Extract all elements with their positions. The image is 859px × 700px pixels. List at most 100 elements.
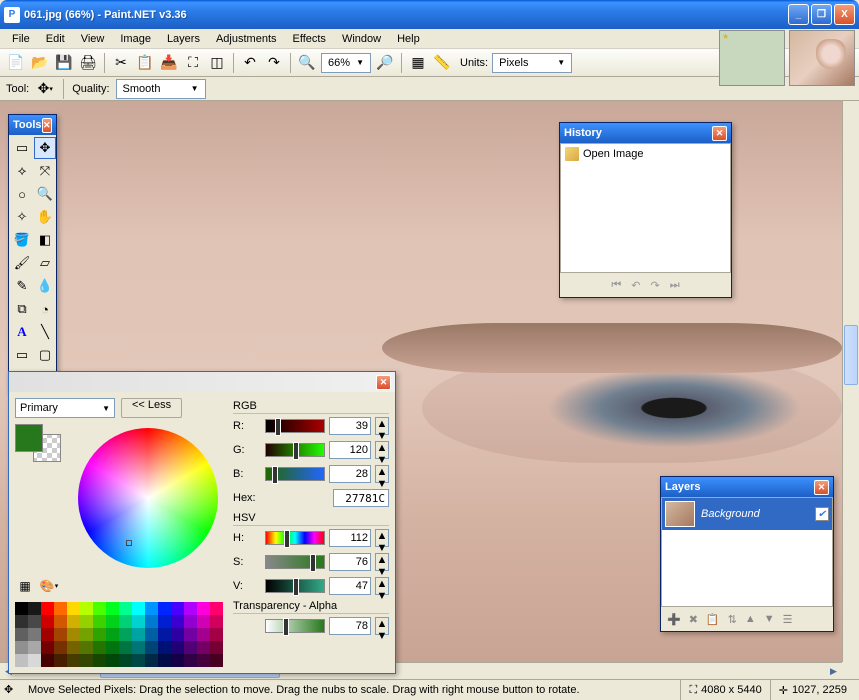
maximize-button[interactable]: ❐	[811, 4, 832, 25]
history-panel-title[interactable]: History ✕	[560, 123, 731, 143]
add-layer-icon[interactable]: ➕	[667, 613, 681, 626]
h-input[interactable]: 112	[329, 529, 371, 547]
redo-icon[interactable]: ↷	[264, 53, 284, 73]
b-spinner[interactable]: ▲▼	[375, 465, 389, 483]
palette-swatch[interactable]	[54, 615, 67, 628]
palette-swatch[interactable]	[67, 628, 80, 641]
add-color-icon[interactable]: ▦	[15, 576, 35, 596]
palette-swatch[interactable]	[106, 615, 119, 628]
palette-swatch[interactable]	[54, 602, 67, 615]
scroll-right-arrow[interactable]: ▶	[825, 663, 842, 679]
palette-swatch[interactable]	[28, 602, 41, 615]
tool-zoom[interactable]: 🔍	[34, 183, 56, 205]
alpha-slider[interactable]	[265, 619, 325, 633]
palette-swatch[interactable]	[41, 602, 54, 615]
palette-swatch[interactable]	[197, 615, 210, 628]
palette-swatch[interactable]	[67, 654, 80, 667]
r-spinner[interactable]: ▲▼	[375, 417, 389, 435]
s-spinner[interactable]: ▲▼	[375, 553, 389, 571]
palette-swatch[interactable]	[106, 641, 119, 654]
tool-color-picker[interactable]: 💧	[34, 275, 56, 297]
palette-swatch[interactable]	[54, 628, 67, 641]
palette-swatch[interactable]	[210, 654, 223, 667]
menu-file[interactable]: File	[4, 31, 38, 47]
primary-secondary-dropdown[interactable]: Primary▼	[15, 398, 115, 418]
palette-swatch[interactable]	[197, 654, 210, 667]
history-undo-icon[interactable]: ↶	[631, 279, 640, 292]
tool-rounded-rect[interactable]: ▢	[34, 344, 56, 366]
palette-swatch[interactable]	[28, 654, 41, 667]
palette-swatch[interactable]	[106, 654, 119, 667]
move-down-icon[interactable]: ▼	[764, 613, 775, 625]
palette-swatch[interactable]	[132, 615, 145, 628]
h-slider[interactable]	[265, 531, 325, 545]
tool-eraser[interactable]: ▱	[34, 252, 56, 274]
tool-paintbrush[interactable]: 🖌	[11, 252, 33, 274]
r-slider[interactable]	[265, 419, 325, 433]
palette-swatch[interactable]	[197, 641, 210, 654]
menu-adjustments[interactable]: Adjustments	[208, 31, 285, 47]
tool-move-selection[interactable]: ⤧	[34, 160, 56, 182]
v-input[interactable]: 47	[329, 577, 371, 595]
palette-swatch[interactable]	[41, 641, 54, 654]
palette-swatch[interactable]	[210, 628, 223, 641]
tool-line[interactable]: ╲	[34, 321, 56, 343]
open-icon[interactable]: 📂	[30, 53, 50, 73]
new-icon[interactable]: 📄	[6, 53, 26, 73]
palette-swatch[interactable]	[171, 628, 184, 641]
palette-swatch[interactable]	[158, 654, 171, 667]
r-input[interactable]: 39	[329, 417, 371, 435]
palette-menu-icon[interactable]: 🎨▾	[39, 576, 59, 596]
palette-swatch[interactable]	[119, 602, 132, 615]
palette-swatch[interactable]	[41, 615, 54, 628]
hex-input[interactable]: 27781C	[333, 489, 389, 507]
close-icon[interactable]: ✕	[814, 480, 829, 495]
menu-edit[interactable]: Edit	[38, 31, 73, 47]
close-icon[interactable]: ✕	[376, 375, 391, 390]
v-slider[interactable]	[265, 579, 325, 593]
palette-swatch[interactable]	[171, 602, 184, 615]
palette-swatch[interactable]	[184, 628, 197, 641]
thumbnail-2[interactable]	[789, 30, 855, 86]
move-up-icon[interactable]: ▲	[745, 613, 756, 625]
palette-swatch[interactable]	[106, 628, 119, 641]
menu-image[interactable]: Image	[112, 31, 159, 47]
palette-swatch[interactable]	[210, 615, 223, 628]
palette-swatch[interactable]	[54, 654, 67, 667]
b-input[interactable]: 28	[329, 465, 371, 483]
tool-paint-bucket[interactable]: 🪣	[11, 229, 33, 251]
tool-clone-stamp[interactable]: ⧉	[11, 298, 33, 320]
palette-swatch[interactable]	[119, 654, 132, 667]
palette-swatch[interactable]	[80, 615, 93, 628]
layer-visibility-checkbox[interactable]: ✔	[815, 507, 829, 521]
palette-swatch[interactable]	[171, 654, 184, 667]
layer-props-icon[interactable]: ☰	[783, 613, 793, 626]
alpha-input[interactable]: 78	[329, 617, 371, 635]
tool-recolor[interactable]: ◔	[34, 298, 56, 320]
palette-swatch[interactable]	[158, 628, 171, 641]
palette-swatch[interactable]	[184, 641, 197, 654]
palette-swatch[interactable]	[158, 602, 171, 615]
palette-swatch[interactable]	[80, 654, 93, 667]
cut-icon[interactable]: ✂	[111, 53, 131, 73]
palette-swatch[interactable]	[28, 615, 41, 628]
palette-swatch[interactable]	[28, 628, 41, 641]
palette-swatch[interactable]	[158, 615, 171, 628]
palette-swatch[interactable]	[15, 641, 28, 654]
palette-swatch[interactable]	[15, 615, 28, 628]
tool-text[interactable]: A	[11, 321, 33, 343]
palette-swatch[interactable]	[145, 602, 158, 615]
zoom-dropdown[interactable]: 66%▼	[321, 53, 371, 73]
copy-icon[interactable]: 📋	[135, 53, 155, 73]
palette-swatch[interactable]	[15, 628, 28, 641]
v-spinner[interactable]: ▲▼	[375, 577, 389, 595]
palette-swatch[interactable]	[171, 615, 184, 628]
palette-swatch[interactable]	[41, 654, 54, 667]
undo-icon[interactable]: ↶	[240, 53, 260, 73]
s-input[interactable]: 76	[329, 553, 371, 571]
g-spinner[interactable]: ▲▼	[375, 441, 389, 459]
palette-swatch[interactable]	[184, 615, 197, 628]
menu-layers[interactable]: Layers	[159, 31, 208, 47]
palette-swatch[interactable]	[197, 628, 210, 641]
tools-panel-title[interactable]: Tools ✕	[9, 115, 56, 135]
